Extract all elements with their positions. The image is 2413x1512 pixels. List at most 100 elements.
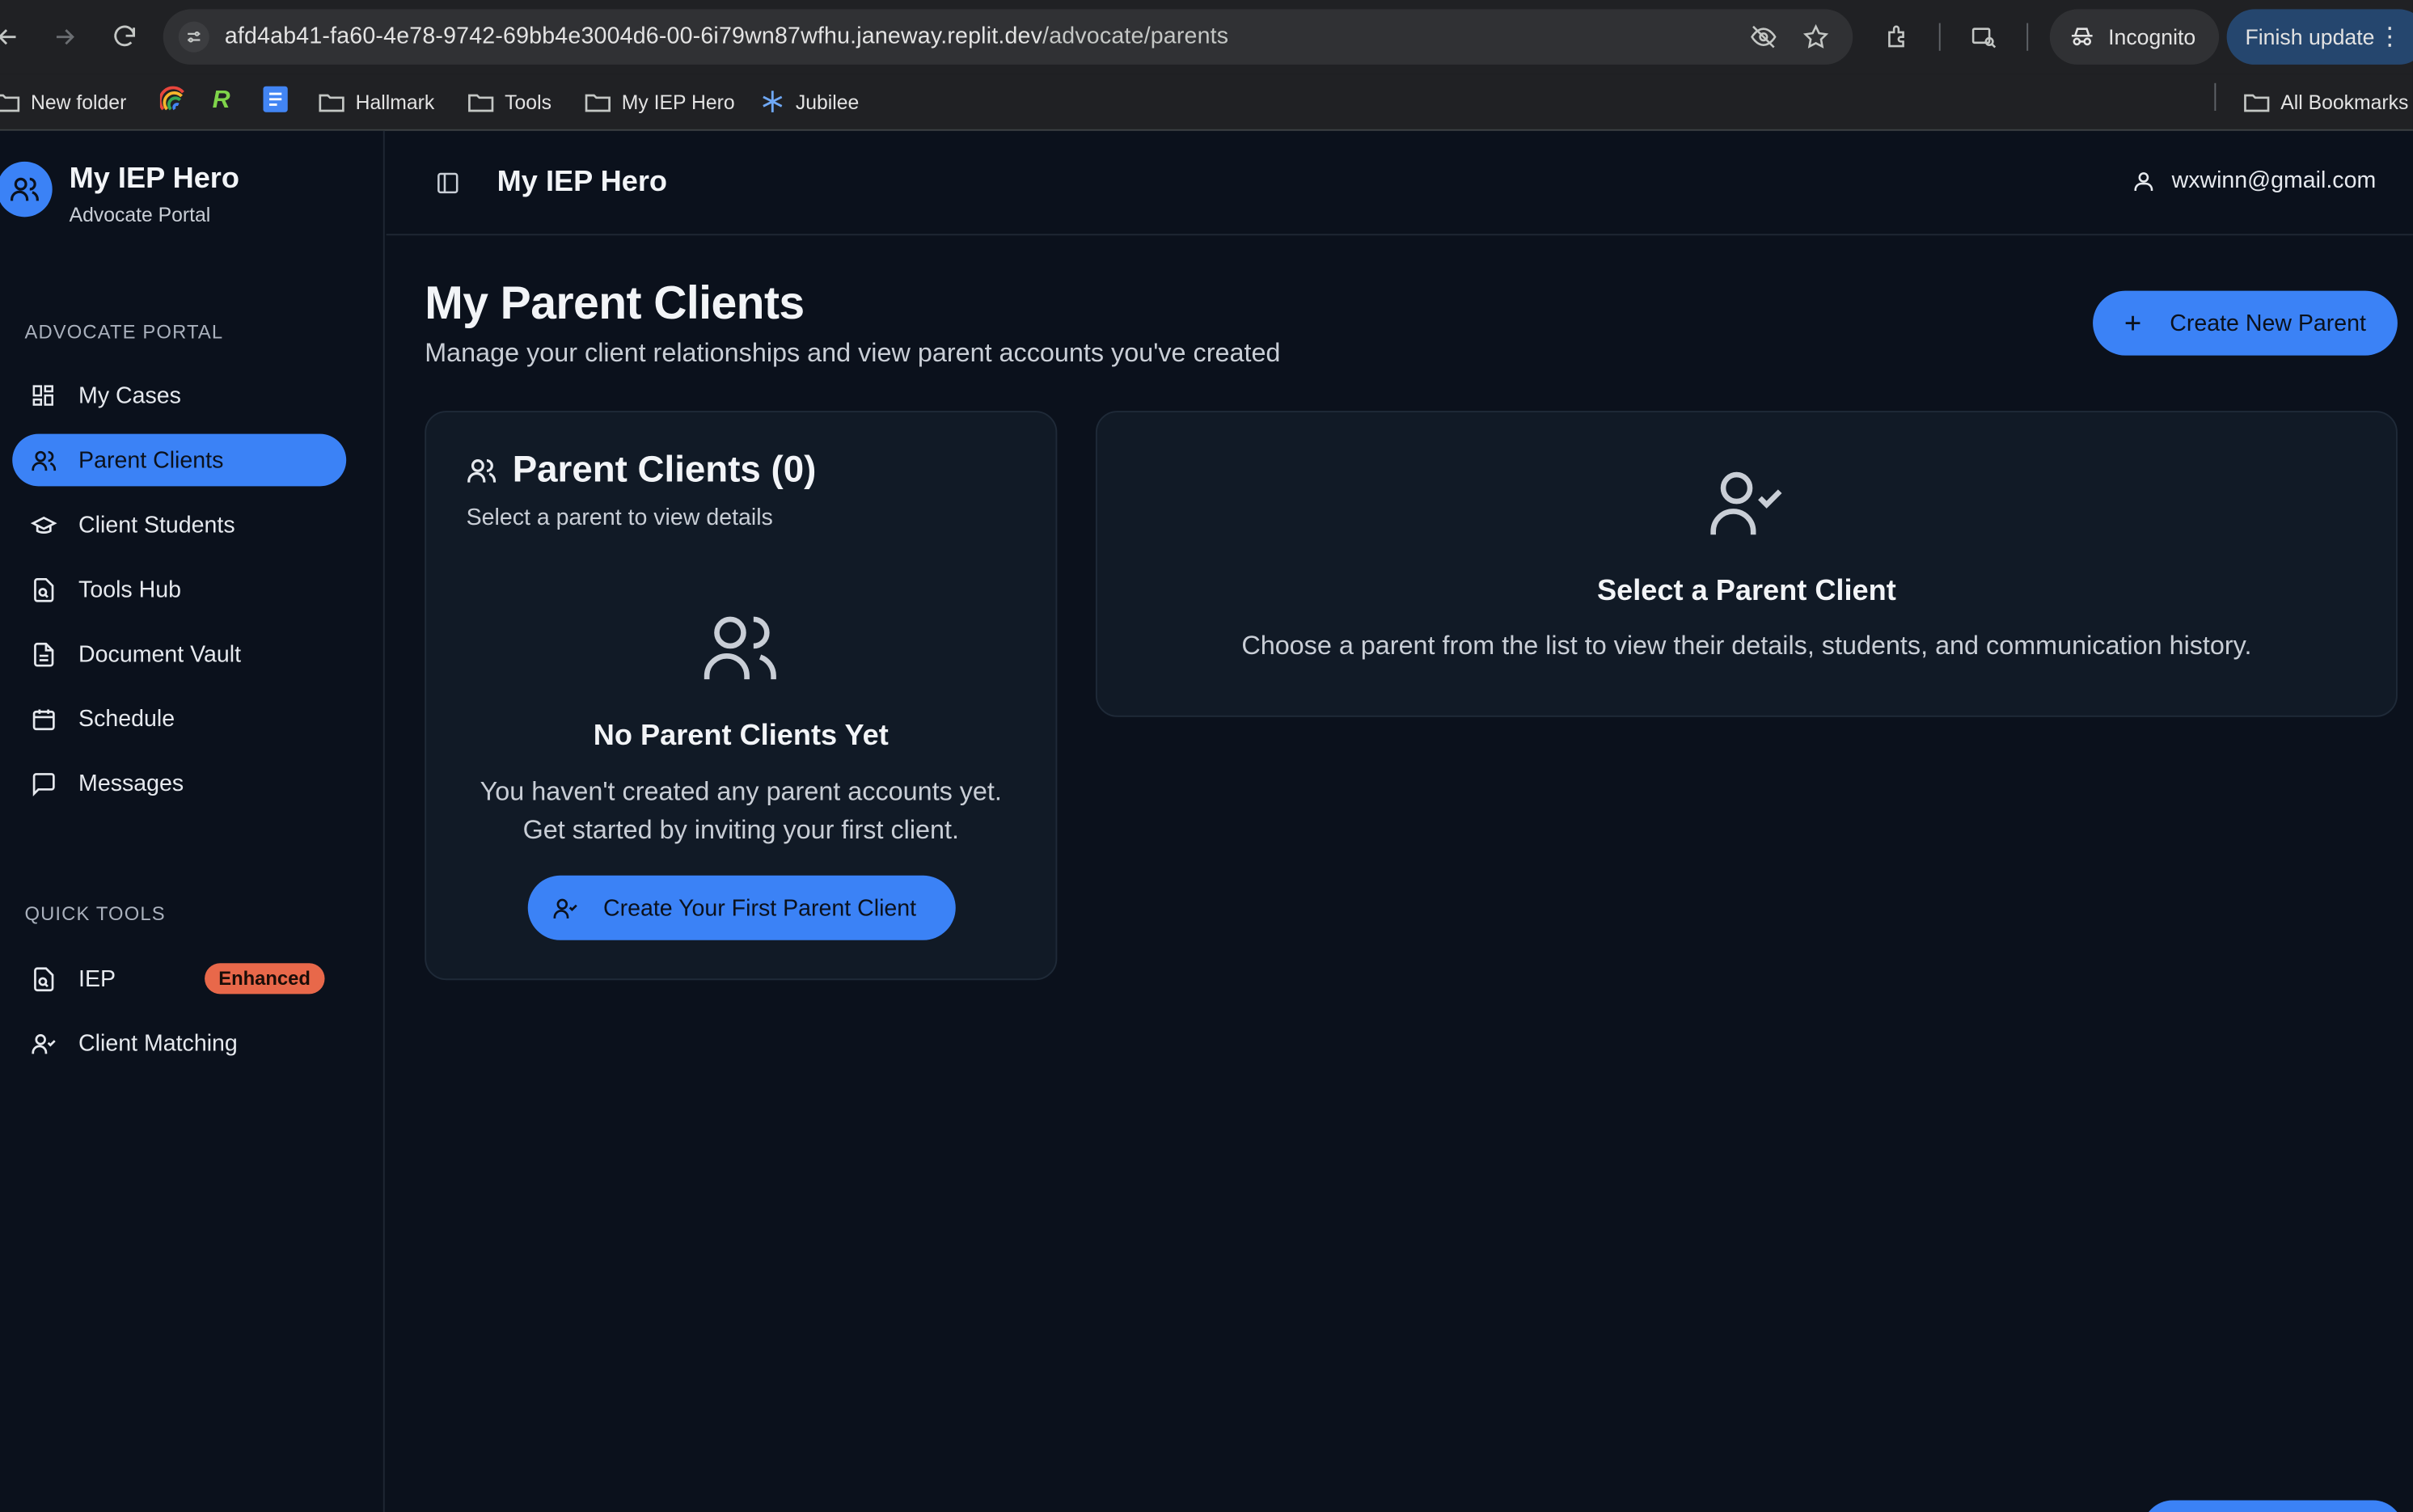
- create-first-parent-label: Create Your First Parent Client: [602, 894, 917, 921]
- section-label-quick-tools: QUICK TOOLS: [24, 903, 166, 925]
- section-label-advocate-portal: ADVOCATE PORTAL: [24, 321, 224, 344]
- users-icon: [29, 446, 57, 474]
- bookmark-label: Tools: [505, 90, 551, 113]
- file-search-icon: [29, 576, 57, 603]
- folder-icon: [585, 91, 611, 112]
- forward-icon[interactable]: [48, 20, 82, 54]
- sidebar-item-messages[interactable]: Messages: [12, 757, 346, 809]
- sidebar-toggle-icon[interactable]: [434, 169, 462, 196]
- graduation-cap-icon: [29, 511, 57, 538]
- url-path: /advocate/parents: [1042, 23, 1229, 49]
- create-new-parent-button[interactable]: Create New Parent: [2093, 290, 2398, 356]
- url-text[interactable]: afd4ab41-fa60-4e78-9742-69bb4e3004d6-00-…: [225, 23, 1228, 49]
- incognito-label: Incognito: [2108, 24, 2196, 49]
- bookmark-docs[interactable]: [263, 86, 288, 117]
- enhanced-badge: Enhanced: [205, 963, 325, 995]
- parent-clients-card-header: Parent Clients (0): [467, 449, 817, 492]
- grid-icon: [29, 382, 57, 409]
- create-first-parent-button[interactable]: Create Your First Parent Client: [527, 875, 956, 940]
- eye-off-icon[interactable]: [1748, 22, 1779, 53]
- toolbar-divider: [2026, 23, 2029, 51]
- quick-tool-label: IEP: [78, 965, 116, 992]
- site-info-icon[interactable]: [178, 21, 209, 53]
- browser-toolbar: afd4ab41-fa60-4e78-9742-69bb4e3004d6-00-…: [0, 0, 2413, 74]
- r-favicon: R: [212, 87, 230, 114]
- bookmark-hallmark[interactable]: Hallmark: [319, 87, 434, 117]
- sidebar-item-label: Messages: [78, 770, 184, 796]
- finish-update-button[interactable]: Finish update ⋮: [2226, 9, 2413, 65]
- incognito-icon: [2069, 23, 2096, 51]
- jubilee-favicon: [760, 89, 784, 113]
- user-icon: [2132, 168, 2156, 192]
- empty-state-text-line1: You haven't created any parent accounts …: [480, 777, 1002, 807]
- extensions-icon[interactable]: [1880, 20, 1914, 54]
- document-icon: [29, 640, 57, 668]
- folder-icon: [0, 91, 20, 112]
- empty-state-title: No Parent Clients Yet: [593, 720, 889, 753]
- bookmark-r[interactable]: R: [213, 87, 230, 117]
- parent-clients-card-title: Parent Clients (0): [512, 449, 817, 492]
- sidebar-item-client-students[interactable]: Client Students: [12, 499, 346, 551]
- file-search-icon: [29, 965, 57, 992]
- back-icon[interactable]: [0, 20, 24, 54]
- star-icon[interactable]: [1801, 22, 1832, 53]
- url-host: afd4ab41-fa60-4e78-9742-69bb4e3004d6-00-…: [224, 23, 1043, 49]
- bookmark-label: My IEP Hero: [621, 90, 735, 113]
- user-check-icon: [29, 1029, 57, 1057]
- user-check-icon: [1706, 468, 1786, 542]
- sidebar-item-document-vault[interactable]: Document Vault: [12, 627, 346, 680]
- finish-update-label: Finish update: [2245, 24, 2375, 49]
- folder-icon: [2244, 91, 2270, 112]
- detail-empty-title: Select a Parent Client: [1597, 575, 1896, 608]
- sidebar-item-my-cases[interactable]: My Cases: [12, 370, 346, 422]
- floating-action-button[interactable]: [2141, 1500, 2404, 1512]
- bookmarks-bar: New folder R Hallmark Tools My IEP Hero …: [0, 74, 2413, 131]
- sidebar-item-label: Parent Clients: [78, 446, 224, 474]
- bookmark-label: Jubilee: [795, 90, 860, 113]
- bookmark-my-iep-hero[interactable]: My IEP Hero: [585, 87, 735, 117]
- empty-state-text-line2: Get started by inviting your first clien…: [522, 815, 959, 845]
- more-vert-icon: ⋮: [2377, 24, 2402, 51]
- address-bar[interactable]: afd4ab41-fa60-4e78-9742-69bb4e3004d6-00-…: [163, 9, 1853, 65]
- brand-title: My IEP Hero: [69, 163, 239, 196]
- bookmark-new-folder[interactable]: New folder: [0, 87, 126, 117]
- create-new-parent-label: Create New Parent: [2170, 310, 2366, 336]
- tab-search-icon[interactable]: [1967, 20, 2001, 54]
- app-header: My IEP Hero wxwinn@gmail.com: [386, 131, 2413, 236]
- calendar-icon: [29, 705, 57, 733]
- sidebar-item-label: Document Vault: [78, 640, 242, 667]
- quick-tool-client-matching[interactable]: Client Matching: [12, 1017, 346, 1070]
- reload-icon[interactable]: [108, 20, 142, 54]
- sidebar-item-label: My Cases: [78, 382, 181, 409]
- sidebar: My IEP Hero Advocate Portal ADVOCATE POR…: [0, 130, 385, 1512]
- screen: afd4ab41-fa60-4e78-9742-69bb4e3004d6-00-…: [0, 0, 2413, 1512]
- user-check-icon: [552, 895, 578, 921]
- plus-icon: [2120, 310, 2145, 335]
- docs-favicon: [263, 86, 288, 117]
- detail-empty-text: Choose a parent from the list to view th…: [1241, 631, 2252, 661]
- message-icon: [29, 770, 57, 797]
- users-icon: [467, 455, 497, 486]
- rainbow-favicon: [158, 86, 186, 117]
- users-icon: [700, 612, 780, 686]
- brand-subtitle: Advocate Portal: [69, 203, 211, 226]
- bookmark-rainbow[interactable]: [158, 86, 186, 117]
- parent-clients-card: Parent Clients (0) Select a parent to vi…: [425, 411, 1058, 981]
- sidebar-item-parent-clients[interactable]: Parent Clients: [12, 433, 347, 487]
- sidebar-item-label: Schedule: [78, 705, 175, 732]
- toolbar-divider: [1938, 23, 1941, 51]
- sidebar-item-label: Tools Hub: [78, 576, 181, 603]
- sidebar-item-schedule[interactable]: Schedule: [12, 692, 346, 745]
- brand-users-icon: [0, 161, 53, 218]
- sidebar-item-tools-hub[interactable]: Tools Hub: [12, 563, 346, 615]
- bookmark-tools[interactable]: Tools: [468, 87, 551, 117]
- page-subtitle: Manage your client relationships and vie…: [425, 338, 1281, 368]
- quick-tool-label: Client Matching: [78, 1030, 238, 1057]
- all-bookmarks-label: All Bookmarks: [2280, 90, 2409, 113]
- all-bookmarks[interactable]: All Bookmarks: [2244, 87, 2409, 117]
- user-email: wxwinn@gmail.com: [2171, 167, 2377, 194]
- bookmark-jubilee[interactable]: Jubilee: [760, 87, 859, 117]
- header-title: My IEP Hero: [497, 166, 668, 199]
- user-menu[interactable]: wxwinn@gmail.com: [2132, 167, 2377, 194]
- incognito-indicator[interactable]: Incognito: [2049, 9, 2220, 65]
